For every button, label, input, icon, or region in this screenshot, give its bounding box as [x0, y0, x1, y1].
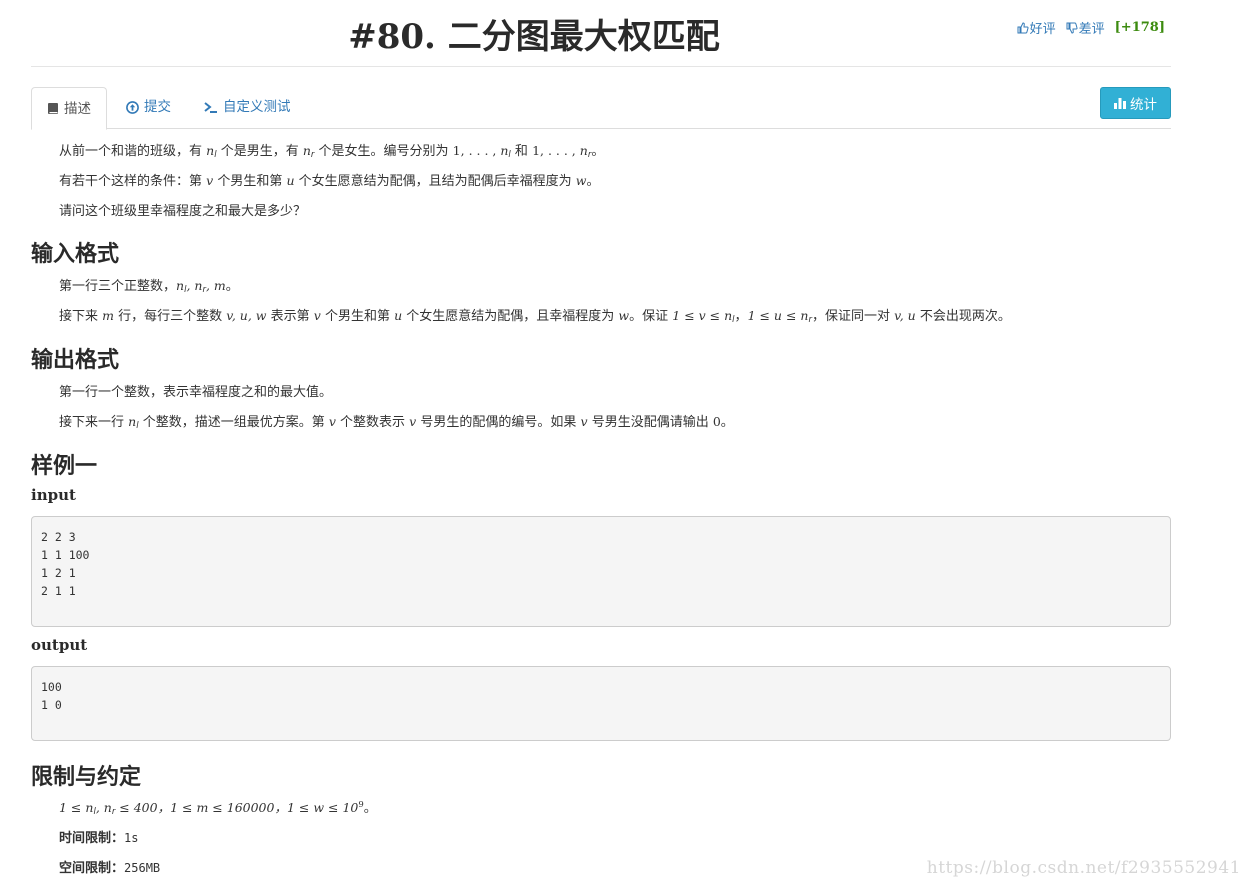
tab-description[interactable]: 描述: [31, 87, 107, 130]
space-limit-label: 空间限制：: [59, 861, 125, 876]
tab-submit-label: 提交: [144, 99, 171, 115]
tab-description-label: 描述: [64, 100, 91, 117]
title-divider: [31, 66, 1171, 67]
output-format-line-2: 接下来一行 nl 个整数，描述一组最优方案。第 v 个整数表示 v 号男生的配偶…: [59, 414, 734, 431]
description-paragraph-1: 从前一个和谐的班级，有 nl 个是男生，有 nr 个是女生。编号分别为 1, .…: [59, 143, 605, 160]
problem-number: #80.: [348, 17, 436, 57]
tab-custom-test-label: 自定义测试: [223, 99, 291, 115]
like-label: 好评: [1029, 22, 1056, 37]
description-paragraph-2: 有若干个这样的条件：第 v 个男生和第 u 个女生愿意结为配偶，且结为配偶后幸福…: [59, 173, 600, 189]
tab-bar: 描述 提交 自定义测试: [31, 87, 1171, 130]
space-limit-value: 256MB: [124, 861, 161, 875]
thumbs-down-icon: [1066, 22, 1078, 34]
limits-heading: 限制与约定: [31, 765, 142, 790]
tab-submit[interactable]: 提交: [111, 87, 186, 127]
output-format-line-1: 第一行一个整数，表示幸福程度之和的最大值。: [59, 385, 333, 400]
sample-heading: 样例一: [31, 454, 98, 479]
input-format-heading: 输入格式: [31, 242, 120, 267]
like-button[interactable]: 好评: [1017, 18, 1056, 37]
vote-score: [+178]: [1114, 20, 1165, 35]
sample-output-block: 100 1 0: [31, 666, 1171, 741]
output-format-heading: 输出格式: [31, 348, 120, 373]
page-title: #80. 二分图最大权匹配: [31, 12, 1037, 62]
space-limit: 空间限制：256MB: [59, 857, 160, 876]
terminal-icon: [204, 101, 217, 113]
time-limit-value: 1s: [124, 831, 139, 845]
input-format-line-1: 第一行三个正整数，nl, nr, m。: [59, 278, 239, 295]
limits-constraints: 1 ≤ nl, nr ≤ 400，1 ≤ m ≤ 160000，1 ≤ w ≤ …: [59, 800, 377, 817]
tab-custom-test[interactable]: 自定义测试: [189, 87, 306, 127]
stats-button-label: 统计: [1130, 97, 1157, 113]
dislike-label: 差评: [1078, 22, 1105, 37]
vote-bar: 好评 差评 [+178]: [1017, 18, 1165, 37]
stats-button[interactable]: 统计: [1100, 87, 1171, 119]
description-paragraph-3: 请问这个班级里幸福程度之和最大是多少？: [59, 204, 307, 219]
sample-output-label: output: [31, 636, 88, 654]
sample-input-label: input: [31, 486, 76, 504]
watermark: https://blog.csdn.net/f2935552941: [926, 858, 1241, 878]
upload-icon: [126, 100, 139, 114]
bar-chart-icon: [1114, 98, 1126, 109]
time-limit-label: 时间限制：: [59, 831, 125, 846]
dislike-button[interactable]: 差评: [1066, 18, 1105, 37]
input-format-line-2: 接下来 m 行，每行三个整数 v, u, w 表示第 v 个男生和第 u 个女生…: [59, 308, 1011, 325]
thumbs-up-icon: [1017, 21, 1029, 33]
sample-input-block: 2 2 3 1 1 100 1 2 1 2 1 1: [31, 516, 1171, 627]
problem-title: 二分图最大权匹配: [447, 17, 720, 57]
book-icon: [48, 103, 58, 114]
time-limit: 时间限制：1s: [59, 827, 138, 846]
